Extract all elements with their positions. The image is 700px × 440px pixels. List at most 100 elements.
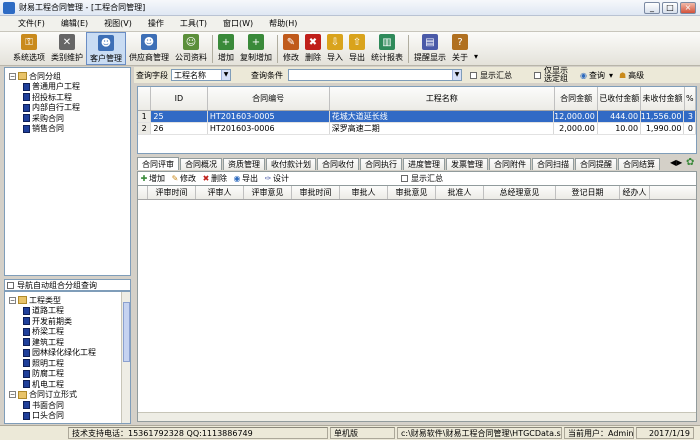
toolbar-button-tools[interactable]: ✕ 类别维护: [48, 32, 86, 65]
toolbar-button-key[interactable]: ⚿ 系统选项: [10, 32, 48, 65]
tab-9[interactable]: 合同扫描: [532, 158, 574, 170]
tab-settings-icon[interactable]: ✿: [686, 157, 696, 168]
nav-item[interactable]: 桥梁工程: [23, 327, 130, 338]
review-delete-button[interactable]: ✖ 删除: [202, 173, 227, 184]
column-header[interactable]: ID: [151, 87, 208, 110]
tab-0[interactable]: 合同评审: [137, 157, 179, 170]
tab-5[interactable]: 合同执行: [360, 158, 402, 170]
toolbar-button-delete[interactable]: ✖ 删除: [302, 32, 324, 65]
nav-item[interactable]: 口头合同: [23, 411, 130, 422]
nav-item[interactable]: 开发前期类: [23, 316, 130, 327]
tree-item[interactable]: 普通用户工程: [23, 82, 130, 93]
tab-8[interactable]: 合同附件: [489, 158, 531, 170]
column-header[interactable]: 工程名称: [330, 87, 555, 110]
column-header[interactable]: 评审人: [196, 186, 244, 199]
toolbar-button-label: 关于: [452, 53, 468, 62]
nav-item[interactable]: 机电工程: [23, 379, 130, 390]
tab-scroll-arrows[interactable]: ◀▶: [670, 158, 682, 167]
collapse-icon[interactable]: −: [9, 391, 16, 399]
toolbar-button-report[interactable]: ▥ 统计报表: [368, 32, 406, 65]
tab-2[interactable]: 资质管理: [223, 158, 265, 170]
tree-root[interactable]: − 合同分组: [9, 71, 130, 82]
review-summary-checkbox[interactable]: [401, 175, 408, 182]
tab-4[interactable]: 合同收付: [317, 158, 359, 170]
show-summary-checkbox[interactable]: [470, 71, 477, 79]
toolbar-button-company[interactable]: ☺ 公司资料: [172, 32, 210, 65]
toolbar-button-customer[interactable]: ☻ 客户管理: [86, 32, 126, 65]
column-header[interactable]: 批准人: [436, 186, 484, 199]
menu-operate[interactable]: 操作: [140, 18, 172, 29]
column-header[interactable]: 合同编号: [208, 87, 330, 110]
nav-item[interactable]: 照明工程: [23, 358, 130, 369]
tab-1[interactable]: 合同概况: [180, 158, 222, 170]
tree-item[interactable]: 内部自行工程: [23, 103, 130, 114]
nav-item[interactable]: 书面合同: [23, 400, 130, 411]
nav-item[interactable]: 道路工程: [23, 306, 130, 317]
review-add-button[interactable]: ✚ 增加: [140, 173, 165, 184]
tab-7[interactable]: 发票管理: [446, 158, 488, 170]
column-header[interactable]: %: [685, 87, 696, 110]
toolbar-button-add[interactable]: + 增加: [215, 32, 237, 65]
toolbar-button-reminder[interactable]: ▤ 提醒显示: [411, 32, 449, 65]
review-design-button[interactable]: ✑ 设计: [264, 173, 289, 184]
menu-window[interactable]: 窗口(W): [215, 18, 261, 29]
tree-item[interactable]: 招投标工程: [23, 92, 130, 103]
menu-view[interactable]: 视图(V): [96, 18, 140, 29]
column-header[interactable]: 评审时间: [148, 186, 196, 199]
toolbar-button-supplier[interactable]: ☻ 供应商管理: [126, 32, 172, 65]
column-header[interactable]: 评审意见: [244, 186, 292, 199]
column-header[interactable]: 合同金额: [555, 87, 599, 110]
query-dropdown-icon[interactable]: ▾: [609, 71, 613, 80]
toolbar-button-edit[interactable]: ✎ 修改: [280, 32, 302, 65]
toolbar-button-import[interactable]: ⇩ 导入: [324, 32, 346, 65]
column-header[interactable]: 登记日期: [556, 186, 620, 199]
column-header[interactable]: 审批人: [340, 186, 388, 199]
column-header[interactable]: 总经理意见: [484, 186, 556, 199]
column-header[interactable]: 未收付金额: [641, 87, 685, 110]
column-header[interactable]: 审批时间: [292, 186, 340, 199]
tab-10[interactable]: 合同提醒: [575, 158, 617, 170]
menu-help[interactable]: 帮助(H): [261, 18, 305, 29]
nav-group[interactable]: − 合同订立形式: [9, 390, 130, 401]
toolbar-overflow-button[interactable]: ▾: [471, 32, 481, 65]
nav-item[interactable]: 建筑工程: [23, 337, 130, 348]
toolbar-button-help[interactable]: ? 关于: [449, 32, 471, 65]
auto-group-checkbox[interactable]: [7, 281, 14, 289]
tab-6[interactable]: 进度管理: [403, 158, 445, 170]
collapse-icon[interactable]: −: [9, 296, 16, 304]
menu-edit[interactable]: 编辑(E): [53, 18, 96, 29]
menu-file[interactable]: 文件(F): [10, 18, 53, 29]
nav-item[interactable]: 园林绿化绿化工程: [23, 348, 130, 359]
table-row[interactable]: 2 26 HT201603-0006 深罗高速二期 2,000.00 10.00 1,990…: [138, 123, 696, 135]
table-row[interactable]: 1 25 HT201603-0005 花城大道延长线 12,000.00 444.00 11…: [138, 111, 696, 123]
nav-item[interactable]: 防腐工程: [23, 369, 130, 380]
close-button[interactable]: ×: [680, 2, 696, 14]
collapse-icon[interactable]: −: [9, 72, 16, 80]
table-cell: 0: [684, 123, 696, 134]
toolbar-button-export[interactable]: ⇧ 导出: [346, 32, 368, 65]
only-selected-group-checkbox[interactable]: [534, 71, 541, 79]
column-header[interactable]: 审批意见: [388, 186, 436, 199]
tab-11[interactable]: 合同结算: [618, 158, 660, 170]
tab-3[interactable]: 收付款计划: [266, 158, 316, 170]
review-edit-button[interactable]: ✎ 修改: [171, 173, 196, 184]
advanced-icon: ☗: [619, 70, 627, 80]
nav-tree-scrollbar[interactable]: [121, 292, 130, 423]
tree-item[interactable]: 销售合同: [23, 124, 130, 135]
column-header[interactable]: 经办人: [620, 186, 650, 199]
query-button[interactable]: 查询: [589, 70, 605, 81]
minimize-button[interactable]: _: [644, 2, 660, 14]
query-bar: 查询字段 工程名称 ▼ 查询条件 ▼ 显示汇总 仅显示选定组 ◉ 查询 ▾ ☗ 高…: [134, 67, 700, 83]
toolbar-button-copy-add[interactable]: + 复制增加: [237, 32, 275, 65]
nav-group[interactable]: − 工程类型: [9, 295, 130, 306]
advanced-button[interactable]: 高级: [628, 70, 644, 81]
menu-tools[interactable]: 工具(T): [172, 18, 215, 29]
query-field-select[interactable]: 工程名称 ▼: [171, 69, 231, 81]
review-export-button[interactable]: ◉ 导出: [233, 173, 259, 184]
column-header[interactable]: [138, 87, 152, 110]
column-header[interactable]: 已收付金额: [598, 87, 642, 110]
restore-button[interactable]: □: [662, 2, 678, 14]
tree-item[interactable]: 采购合同: [23, 113, 130, 124]
review-grid-hscrollbar[interactable]: [138, 412, 696, 421]
query-cond-input[interactable]: ▼: [288, 69, 462, 81]
